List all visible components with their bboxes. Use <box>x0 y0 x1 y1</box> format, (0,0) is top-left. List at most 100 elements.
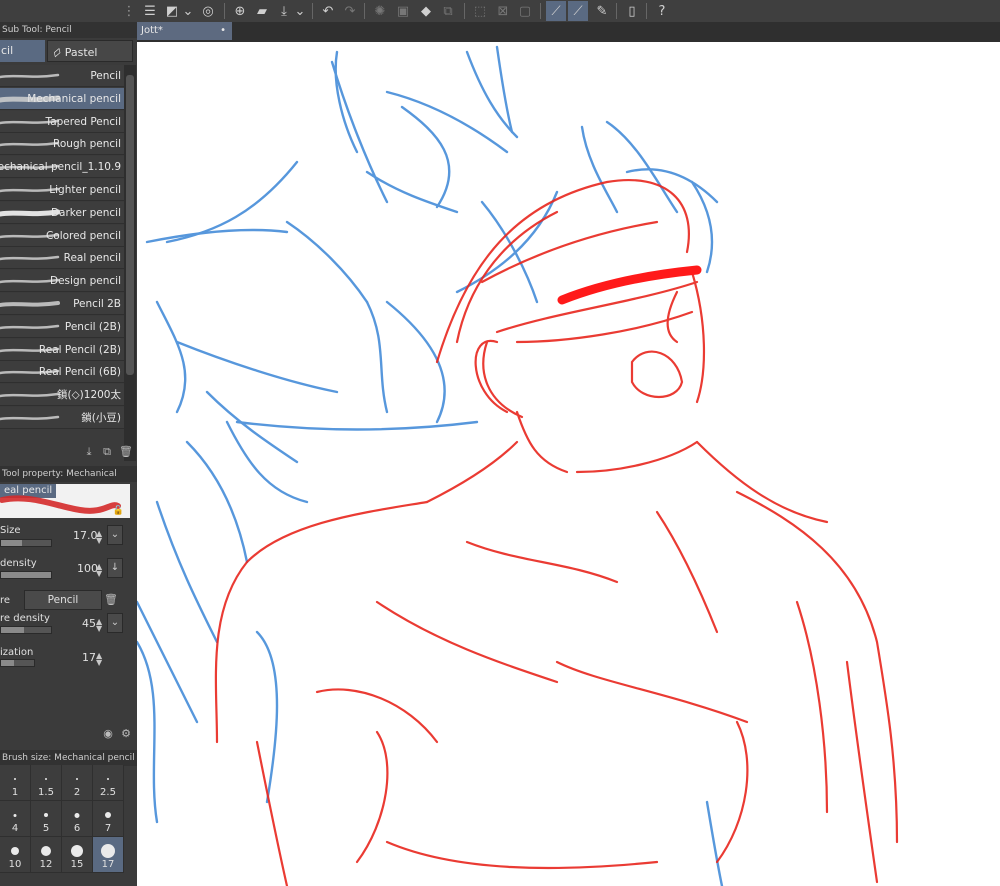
texture-density-label: re density <box>0 613 50 624</box>
add-page-icon[interactable]: ⊕ <box>230 1 250 21</box>
size-slider[interactable] <box>0 539 52 547</box>
brush-size-dot <box>107 778 109 780</box>
density-pressure-button[interactable]: ↓ <box>107 558 123 578</box>
tablet-icon[interactable]: ▯ <box>622 1 642 21</box>
lock-icon[interactable]: 🔓 <box>113 506 124 516</box>
brush-size-title: Brush size: Mechanical pencil <box>0 750 137 766</box>
brush-item[interactable]: Lighter pencil <box>0 179 124 201</box>
select-icon[interactable]: ▣ <box>393 1 413 21</box>
red-sketch-layer <box>214 179 899 886</box>
brush-item[interactable]: Real Pencil (2B) <box>0 338 124 361</box>
brush-name: 鎖(◇)1200太 <box>57 389 121 402</box>
rect-select-icon[interactable]: ▢ <box>515 1 535 21</box>
duplicate-icon[interactable]: ⧉ <box>100 445 114 459</box>
tab-pencil[interactable]: cil <box>0 40 45 62</box>
brush-size-dot <box>71 845 83 857</box>
brush-item[interactable]: Design pencil <box>0 270 124 293</box>
redo-icon[interactable]: ↷ <box>340 1 360 21</box>
undo-icon[interactable]: ↶ <box>318 1 338 21</box>
brush-size-option[interactable]: 1.5 <box>31 765 62 801</box>
canvas-tab[interactable]: Jott* • <box>137 22 232 40</box>
settings-icon[interactable]: ◉ <box>101 727 115 741</box>
brush-size-option[interactable]: 6 <box>62 801 93 837</box>
transform-icon[interactable]: ⧉ <box>438 1 458 21</box>
panel-grip-icon[interactable]: ⋮ <box>123 1 136 21</box>
brush-name: Tapered Pencil <box>45 115 121 128</box>
brush-size-option[interactable]: 4 <box>0 801 31 837</box>
canvas-tab-close[interactable]: • <box>220 22 226 40</box>
brush-item[interactable]: 鎖(小豆) <box>0 407 124 429</box>
drawing-canvas[interactable] <box>137 42 1000 886</box>
texture-density-value[interactable]: 45 <box>82 617 96 630</box>
brush-item[interactable]: Real pencil <box>0 247 124 270</box>
brush-item[interactable]: Mechanical pencil_1.10.9 <box>0 156 124 179</box>
brush-size-option[interactable]: 1 <box>0 765 31 801</box>
brush-size-option[interactable]: 7 <box>93 801 124 837</box>
texture-density-spinner[interactable]: ▲ ▼ <box>96 618 102 633</box>
brush-size-option[interactable]: 12 <box>31 837 62 873</box>
expand-icon[interactable]: ⌄ <box>182 1 194 21</box>
texture-density-slider[interactable] <box>0 626 52 634</box>
brush-item[interactable]: Rough pencil <box>0 133 124 156</box>
brush-name: Design pencil <box>50 275 121 288</box>
trash-icon[interactable]: 🗑 <box>119 445 133 459</box>
brush-item[interactable]: Pencil (2B) <box>0 315 124 338</box>
tab-pastel[interactable]: ▱ Pastel <box>47 40 133 62</box>
brush-item[interactable]: Mechanical pencil <box>0 87 124 110</box>
brush-item[interactable]: Pencil <box>0 65 124 87</box>
brush-list-scrollbar[interactable] <box>124 65 136 461</box>
density-value[interactable]: 100 <box>77 562 98 575</box>
brush-list: Pencil Mechanical pencil Tapered Pencil Rou… <box>0 65 124 457</box>
brush-size-option[interactable]: 2.5 <box>93 765 124 801</box>
scroll-thumb[interactable] <box>126 75 134 375</box>
brush-item[interactable]: Tapered Pencil <box>0 110 124 133</box>
stabilization-value[interactable]: 17 <box>82 651 96 664</box>
ruler-icon[interactable]: ⟋ <box>546 1 566 21</box>
new-layer-icon[interactable]: ◩ <box>162 1 182 21</box>
help-icon[interactable]: ? <box>652 1 672 21</box>
brush-size-option[interactable]: 10 <box>0 837 31 873</box>
stabilization-slider[interactable] <box>0 659 35 667</box>
menu-icon[interactable]: ☰ <box>140 1 160 21</box>
stabilization-spinner[interactable]: ▲ ▼ <box>96 652 102 667</box>
loading-icon[interactable]: ✺ <box>370 1 390 21</box>
brush-size-dot <box>41 846 51 856</box>
brush-name: Real Pencil (2B) <box>38 343 121 356</box>
preview-stroke <box>0 495 121 514</box>
save-icon[interactable]: ⤓ <box>274 1 294 21</box>
fill-icon[interactable]: ◆ <box>416 1 436 21</box>
size-label: Size <box>0 525 21 536</box>
density-spinner[interactable]: ▲ ▼ <box>96 563 102 578</box>
density-slider[interactable] <box>0 571 52 579</box>
expand-icon-2[interactable]: ⌄ <box>294 1 306 21</box>
brush-item[interactable]: Pencil 2B <box>0 293 124 315</box>
brush-name: Rough pencil <box>53 138 121 151</box>
texture-select[interactable]: Pencil <box>24 590 102 610</box>
texture-density-expand-button[interactable]: ⌄ <box>107 613 123 633</box>
brush-size-label: 1.5 <box>38 787 54 798</box>
ruler-snap-icon[interactable]: ⟋ <box>568 1 588 21</box>
import-icon[interactable]: ⤓ <box>82 445 96 459</box>
invert-icon[interactable]: ⊠ <box>493 1 513 21</box>
left-panel: Sub Tool: Pencil cil ▱ Pastel Pencil Mech… <box>0 22 137 886</box>
brush-name: Pencil <box>90 70 121 82</box>
brush-item[interactable]: Real Pencil (6B) <box>0 361 124 384</box>
pen-icon[interactable]: ✎ <box>592 1 612 21</box>
sync-icon[interactable]: ◎ <box>198 1 218 21</box>
brush-size-option[interactable]: 2 <box>62 765 93 801</box>
size-expand-button[interactable]: ⌄ <box>107 525 123 545</box>
brush-size-option[interactable]: 17 <box>93 837 124 873</box>
brush-item[interactable]: 鎖(◇)1200太 <box>0 384 124 407</box>
brush-size-label: 17 <box>101 859 115 870</box>
brush-size-dot <box>76 778 78 780</box>
texture-trash-icon[interactable]: 🗑 <box>104 593 118 607</box>
brush-item[interactable]: Darker pencil <box>0 201 124 224</box>
deselect-icon[interactable]: ⬚ <box>470 1 490 21</box>
size-spinner[interactable]: ▲ ▼ <box>96 530 102 545</box>
brush-size-option[interactable]: 15 <box>62 837 93 873</box>
brush-size-option[interactable]: 5 <box>31 801 62 837</box>
open-folder-icon[interactable]: ▰ <box>252 1 272 21</box>
brush-item[interactable]: Colored pencil <box>0 224 124 247</box>
size-value[interactable]: 17.0 <box>73 529 98 542</box>
wrench-icon[interactable]: ⚙ <box>119 727 133 741</box>
